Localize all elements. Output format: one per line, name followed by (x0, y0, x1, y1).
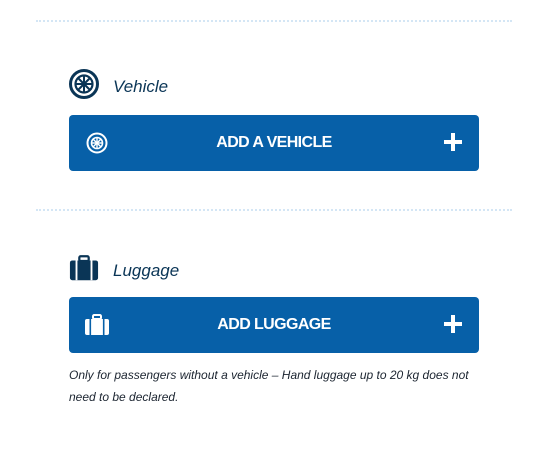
add-vehicle-label: ADD A VEHICLE (216, 134, 332, 151)
vehicle-section-header: Vehicle (69, 68, 168, 100)
suitcase-icon (69, 253, 99, 283)
luggage-heading: Luggage (113, 261, 180, 280)
add-vehicle-button[interactable]: ADD A VEHICLE (69, 115, 479, 171)
vehicle-heading: Vehicle (113, 77, 169, 96)
luggage-note: Only for passengers without a vehicle – … (69, 368, 469, 404)
plus-icon (443, 132, 463, 152)
plus-icon (443, 314, 463, 334)
luggage-section-header: Luggage (69, 252, 179, 284)
top-divider (36, 20, 512, 22)
add-luggage-button[interactable]: ADD LUGGAGE (69, 297, 479, 353)
middle-divider (36, 209, 512, 211)
add-luggage-label: ADD LUGGAGE (217, 316, 331, 333)
wheel-icon (69, 69, 99, 99)
